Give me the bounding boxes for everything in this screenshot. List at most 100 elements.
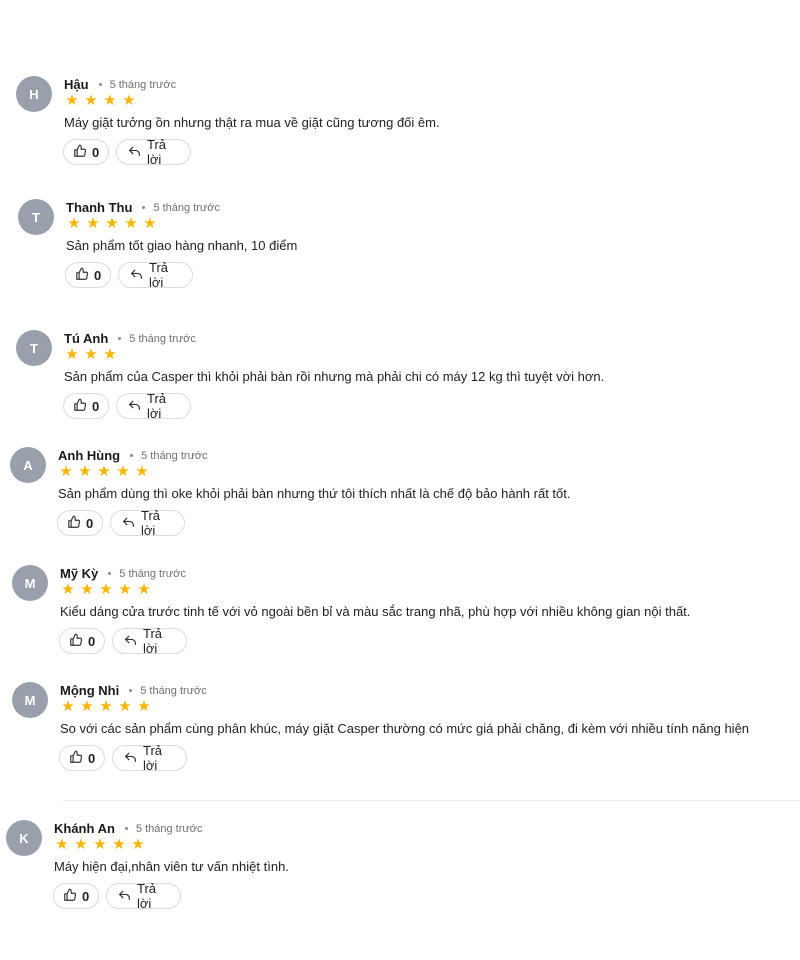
review-header: Mộng Nhi 5 tháng trước	[60, 683, 207, 698]
reply-label: Trả lời	[149, 260, 169, 290]
like-button[interactable]: 0	[63, 393, 109, 419]
star-icon: ★	[65, 92, 79, 109]
reply-arrow-icon	[130, 268, 143, 283]
reply-arrow-icon	[118, 889, 131, 904]
review-actions: 0 Trả lời	[59, 743, 194, 773]
star-icon: ★	[74, 836, 88, 853]
avatar: M	[12, 565, 48, 601]
avatar: K	[6, 820, 42, 856]
reply-button[interactable]: Trả lời	[106, 881, 181, 911]
reply-button[interactable]: Trả lời	[112, 743, 187, 773]
star-icon: ★	[122, 92, 136, 109]
star-icon: ★	[93, 836, 107, 853]
review-text: So với các sản phẩm cùng phân khúc, máy …	[60, 721, 750, 736]
like-button[interactable]: 0	[59, 745, 105, 771]
star-icon: ★	[99, 698, 113, 715]
star-icon: ★	[118, 581, 132, 598]
reply-label: Trả lời	[147, 137, 167, 167]
reply-label: Trả lời	[147, 391, 167, 421]
star-icon: ★	[135, 463, 149, 480]
star-icon: ★	[103, 346, 117, 363]
reviewer-name: Tú Anh	[64, 331, 109, 346]
star-icon: ★	[137, 698, 151, 715]
like-count: 0	[94, 267, 102, 283]
section-divider	[63, 800, 800, 801]
reply-arrow-icon	[122, 516, 135, 531]
review-actions: 0 Trả lời	[59, 626, 194, 656]
review-header: Tú Anh 5 tháng trước	[64, 331, 196, 346]
reviewer-name: Anh Hùng	[58, 448, 121, 463]
review-actions: 0 Trả lời	[57, 508, 192, 538]
reviewer-name: Hậu	[64, 77, 89, 92]
review-header: Mỹ Kỳ 5 tháng trước	[60, 566, 186, 581]
star-icon: ★	[67, 215, 81, 232]
star-icon: ★	[61, 698, 75, 715]
separator-dot	[142, 206, 146, 209]
reply-arrow-icon	[128, 399, 141, 414]
like-button[interactable]: 0	[57, 510, 103, 536]
review-item: M Mỹ Kỳ 5 tháng trước ★ ★ ★ ★ ★ Kiểu dáng cử…	[12, 565, 772, 675]
separator-dot	[124, 827, 128, 830]
review-text: Sản phẩm của Casper thì khỏi phải bàn rồ…	[64, 369, 605, 384]
star-rating: ★ ★ ★ ★ ★	[58, 464, 153, 480]
like-button[interactable]: 0	[63, 139, 109, 165]
star-icon: ★	[80, 581, 94, 598]
star-icon: ★	[86, 215, 100, 232]
review-item: T Tú Anh 5 tháng trước ★ ★ ★ Sản phẩm của …	[16, 330, 776, 440]
like-button[interactable]: 0	[59, 628, 105, 654]
avatar: T	[16, 330, 52, 366]
like-count: 0	[82, 888, 90, 904]
reply-button[interactable]: Trả lời	[116, 391, 191, 421]
review-time: 5 tháng trước	[141, 449, 208, 462]
star-icon: ★	[59, 463, 73, 480]
review-text: Sản phẩm dùng thì oke khỏi phải bàn nhưn…	[58, 486, 571, 501]
star-rating: ★ ★ ★ ★ ★	[54, 837, 149, 853]
star-icon: ★	[84, 346, 98, 363]
star-icon: ★	[103, 92, 117, 109]
reply-button[interactable]: Trả lời	[116, 137, 191, 167]
reply-arrow-icon	[124, 634, 137, 649]
reply-label: Trả lời	[143, 743, 163, 773]
star-icon: ★	[99, 581, 113, 598]
reply-label: Trả lời	[137, 881, 157, 911]
reply-arrow-icon	[124, 751, 137, 766]
star-icon: ★	[116, 463, 130, 480]
review-time: 5 tháng trước	[119, 567, 186, 580]
review-header: Khánh An 5 tháng trước	[54, 821, 202, 836]
reply-arrow-icon	[128, 145, 141, 160]
like-button[interactable]: 0	[65, 262, 111, 288]
reply-button[interactable]: Trả lời	[110, 508, 185, 538]
separator-dot	[130, 454, 134, 457]
review-actions: 0 Trả lời	[63, 391, 198, 421]
review-time: 5 tháng trước	[129, 332, 196, 345]
separator-dot	[108, 572, 112, 575]
reply-label: Trả lời	[141, 508, 161, 538]
thumbs-up-icon	[73, 398, 87, 415]
reply-button[interactable]: Trả lời	[118, 260, 193, 290]
review-header: Thanh Thu 5 tháng trước	[66, 200, 220, 215]
review-item: M Mộng Nhi 5 tháng trước ★ ★ ★ ★ ★ So với cá…	[12, 682, 772, 792]
thumbs-up-icon	[63, 888, 77, 905]
star-rating: ★ ★ ★ ★	[64, 93, 140, 109]
like-count: 0	[88, 633, 96, 649]
star-icon: ★	[80, 698, 94, 715]
review-item: T Thanh Thu 5 tháng trước ★ ★ ★ ★ ★ Sản phẩm…	[18, 199, 778, 309]
star-icon: ★	[61, 581, 75, 598]
review-item: K Khánh An 5 tháng trước ★ ★ ★ ★ ★ Máy hiện …	[6, 820, 766, 930]
reviewer-name: Thanh Thu	[66, 200, 133, 215]
reviews-page: H Hậu 5 tháng trước ★ ★ ★ ★ Máy giặt tưởng …	[0, 0, 800, 960]
star-rating: ★ ★ ★ ★ ★	[66, 216, 161, 232]
star-icon: ★	[137, 581, 151, 598]
thumbs-up-icon	[69, 750, 83, 767]
separator-dot	[98, 83, 102, 86]
star-rating: ★ ★ ★ ★ ★	[60, 582, 155, 598]
review-actions: 0 Trả lời	[63, 137, 198, 167]
thumbs-up-icon	[73, 144, 87, 161]
star-icon: ★	[97, 463, 111, 480]
star-icon: ★	[124, 215, 138, 232]
reply-button[interactable]: Trả lời	[112, 626, 187, 656]
reviewer-name: Khánh An	[54, 821, 115, 836]
like-button[interactable]: 0	[53, 883, 99, 909]
review-actions: 0 Trả lời	[53, 881, 188, 911]
star-icon: ★	[143, 215, 157, 232]
